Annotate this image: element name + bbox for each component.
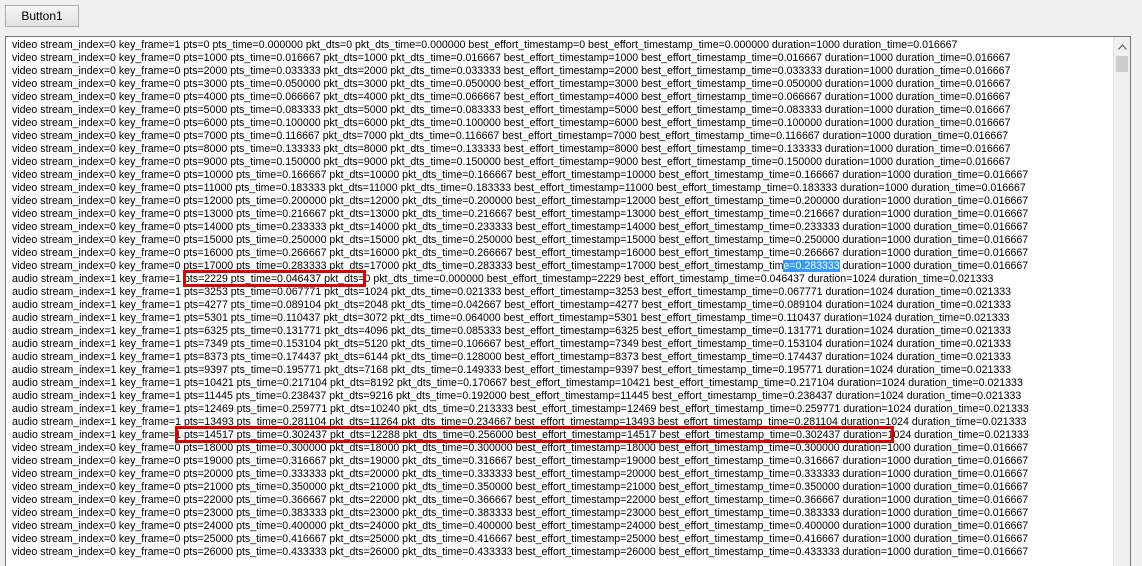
output-line: audio stream_index=1 key_frame=1 pts=427…: [12, 299, 1012, 311]
output-line: video stream_index=0 key_frame=0 pts=100…: [12, 169, 1029, 181]
scroll-up-icon[interactable]: [1114, 39, 1130, 55]
output-line: video stream_index=0 key_frame=0 pts=200…: [12, 468, 1029, 480]
output-line: video stream_index=0 key_frame=0 pts=600…: [12, 117, 1011, 129]
output-line: video stream_index=0 key_frame=0 pts=250…: [12, 533, 1029, 545]
app-window: Button1 video stream_index=0 key_frame=1…: [0, 0, 1142, 566]
output-line: audio stream_index=1 key_frame=1 pts=145…: [12, 429, 1029, 441]
output-line: video stream_index=0 key_frame=1 pts=0 p…: [12, 39, 958, 51]
line-text-before-selection: video stream_index=0 key_frame=0 pts=170…: [12, 260, 784, 272]
output-line: audio stream_index=1 key_frame=1 pts=734…: [12, 338, 1012, 350]
output-line: audio stream_index=1 key_frame=1 pts=837…: [12, 351, 1012, 363]
output-line: audio stream_index=1 key_frame=1 pts=134…: [12, 416, 1027, 428]
output-line: video stream_index=0 key_frame=0 pts=150…: [12, 234, 1029, 246]
output-line: video stream_index=0 key_frame=0 pts=200…: [12, 65, 1011, 77]
output-line: video stream_index=0 key_frame=0 pts=400…: [12, 91, 1011, 103]
button1[interactable]: Button1: [5, 5, 79, 27]
output-line: video stream_index=0 key_frame=0 pts=800…: [12, 143, 1011, 155]
output-line: video stream_index=0 key_frame=0 pts=130…: [12, 208, 1029, 220]
output-line: video stream_index=0 key_frame=0 pts=230…: [12, 507, 1029, 519]
output-line: audio stream_index=1 key_frame=1 pts=222…: [12, 273, 994, 285]
output-line: audio stream_index=1 key_frame=1 pts=114…: [12, 390, 1022, 402]
output-line: audio stream_index=1 key_frame=1 pts=124…: [12, 403, 1029, 415]
output-line-selected: video stream_index=0 key_frame=0 pts=170…: [12, 260, 1112, 273]
output-line: video stream_index=0 key_frame=0 pts=210…: [12, 481, 1029, 493]
output-line: video stream_index=0 key_frame=0 pts=180…: [12, 442, 1029, 454]
output-line: video stream_index=0 key_frame=0 pts=110…: [12, 182, 1026, 194]
output-line: video stream_index=0 key_frame=0 pts=190…: [12, 455, 1029, 467]
output-textbox[interactable]: video stream_index=0 key_frame=1 pts=0 p…: [5, 36, 1131, 566]
output-line: audio stream_index=1 key_frame=1 pts=325…: [12, 286, 1012, 298]
output-line: video stream_index=0 key_frame=0 pts=120…: [12, 195, 1029, 207]
output-line: video stream_index=0 key_frame=0 pts=300…: [12, 78, 1011, 90]
scroll-thumb[interactable]: [1116, 56, 1128, 72]
output-line: video stream_index=0 key_frame=0 pts=260…: [12, 546, 1029, 558]
output-line: audio stream_index=1 key_frame=1 pts=632…: [12, 325, 1012, 337]
output-line: audio stream_index=1 key_frame=1 pts=104…: [12, 377, 1023, 389]
output-line: video stream_index=0 key_frame=0 pts=140…: [12, 221, 1029, 233]
output-line: video stream_index=0 key_frame=0 pts=900…: [12, 156, 1011, 168]
vertical-scrollbar[interactable]: [1113, 37, 1130, 566]
output-lines: video stream_index=0 key_frame=1 pts=0 p…: [12, 39, 1112, 559]
text-selection: e=0.283333: [783, 260, 840, 272]
output-line: video stream_index=0 key_frame=0 pts=700…: [12, 130, 1009, 142]
output-line: audio stream_index=1 key_frame=1 pts=530…: [12, 312, 1010, 324]
line-text-after-selection: duration=1000 duration_time=0.016667: [839, 260, 1029, 272]
output-line: audio stream_index=1 key_frame=1 pts=939…: [12, 364, 1012, 376]
output-line: video stream_index=0 key_frame=0 pts=240…: [12, 520, 1029, 532]
output-line: video stream_index=0 key_frame=0 pts=500…: [12, 104, 1011, 116]
output-line: video stream_index=0 key_frame=0 pts=100…: [12, 52, 1011, 64]
output-line: video stream_index=0 key_frame=0 pts=220…: [12, 494, 1029, 506]
output-line: video stream_index=0 key_frame=0 pts=160…: [12, 247, 1029, 259]
